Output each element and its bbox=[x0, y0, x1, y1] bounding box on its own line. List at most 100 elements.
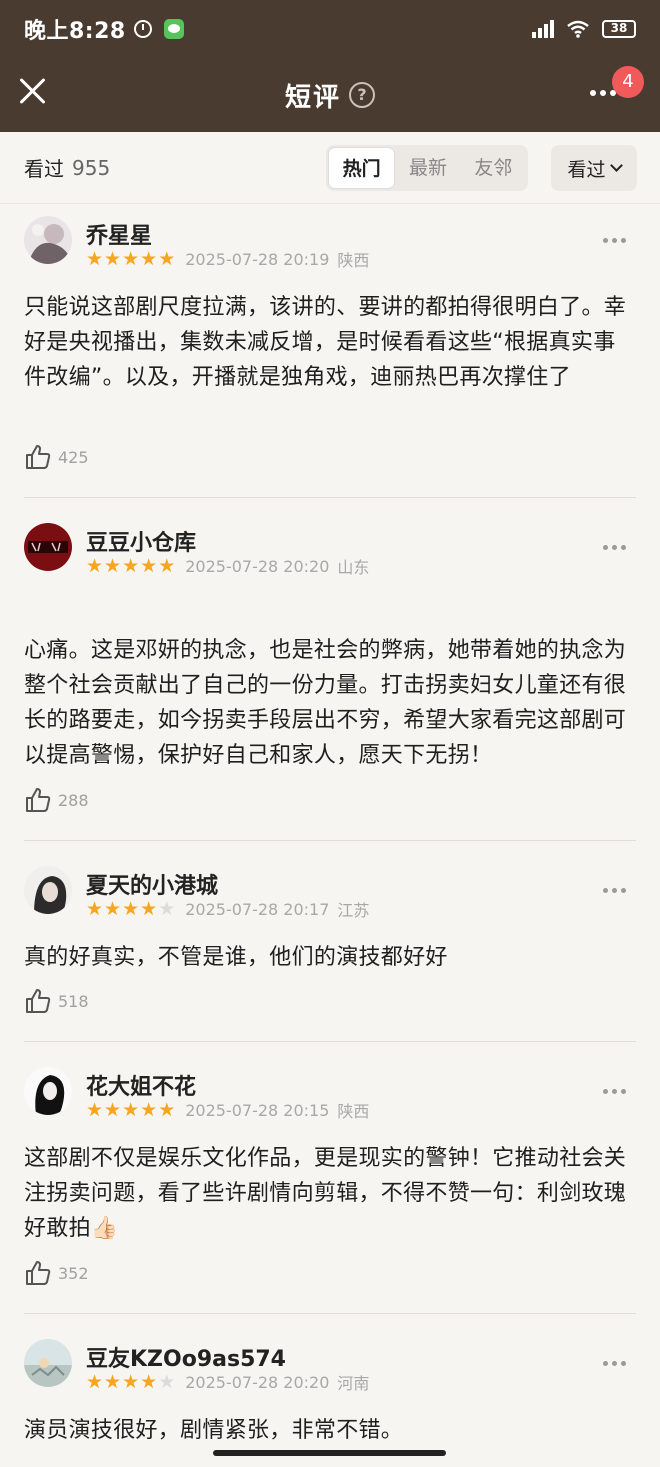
review-datetime: 2025-07-28 20:17 bbox=[185, 899, 330, 919]
signal-icon bbox=[532, 20, 554, 38]
battery-icon: 38 bbox=[602, 20, 636, 38]
nav-bar: 短评 ? 4 bbox=[0, 58, 660, 132]
divider bbox=[24, 840, 636, 841]
tab-latest[interactable]: 最新 bbox=[395, 147, 460, 189]
avatar[interactable] bbox=[24, 1339, 72, 1387]
thumbs-up-icon bbox=[26, 788, 51, 812]
avatar[interactable] bbox=[24, 216, 72, 264]
username[interactable]: 豆豆小仓库 bbox=[86, 525, 196, 557]
review-meta: ★ ★ ★ ★ ★ 2025-07-28 20:15 陕西 bbox=[86, 1098, 369, 1122]
review-meta: ★ ★ ★ ★ ★ 2025-07-28 20:20 河南 bbox=[86, 1370, 369, 1394]
username[interactable]: 花大姐不花 bbox=[86, 1069, 196, 1101]
star-filled-icon: ★ bbox=[158, 554, 176, 577]
star-filled-icon: ★ bbox=[158, 247, 176, 270]
star-filled-icon: ★ bbox=[140, 1098, 158, 1121]
star-filled-icon: ★ bbox=[122, 1370, 140, 1393]
status-filter-label: 看过 bbox=[567, 158, 606, 181]
like-button[interactable]: 352 bbox=[24, 1259, 89, 1287]
review-more-button[interactable] bbox=[603, 238, 626, 243]
thumbs-up-icon bbox=[26, 445, 51, 469]
thumbs-up-icon bbox=[26, 1261, 51, 1285]
battery-level: 38 bbox=[610, 21, 628, 35]
tab-friends[interactable]: 友邻 bbox=[461, 147, 526, 189]
star-filled-icon: ★ bbox=[140, 897, 158, 920]
star-filled-icon: ★ bbox=[86, 1098, 104, 1121]
review-region: 陕西 bbox=[337, 251, 370, 270]
review-more-button[interactable] bbox=[603, 545, 626, 550]
review-region: 江苏 bbox=[337, 901, 370, 920]
top-bar: 晚上8:28 38 短评 ? 4 bbox=[0, 0, 660, 132]
star-rating: ★ ★ ★ ★ ★ bbox=[86, 897, 176, 920]
star-filled-icon: ★ bbox=[104, 1098, 122, 1121]
star-filled-icon: ★ bbox=[104, 554, 122, 577]
like-count: 352 bbox=[58, 1263, 89, 1283]
star-filled-icon: ★ bbox=[104, 1370, 122, 1393]
tab-hot[interactable]: 热门 bbox=[328, 147, 396, 189]
username[interactable]: 夏天的小港城 bbox=[86, 868, 218, 900]
divider bbox=[24, 497, 636, 498]
thumbs-up-icon bbox=[26, 989, 51, 1013]
star-filled-icon: ★ bbox=[86, 897, 104, 920]
review-content: 只能说这部剧尺度拉满，该讲的、要讲的都拍得很明白了。幸好是央视播出，集数未减反增… bbox=[24, 295, 627, 390]
review-region: 陕西 bbox=[337, 1102, 370, 1121]
status-filter-dropdown[interactable]: 看过 bbox=[551, 145, 637, 191]
filter-bar: 看过 955 热门 最新 友邻 看过 bbox=[0, 132, 660, 204]
star-rating: ★ ★ ★ ★ ★ bbox=[86, 247, 176, 270]
star-filled-icon: ★ bbox=[86, 247, 104, 270]
review-datetime: 2025-07-28 20:15 bbox=[185, 1100, 330, 1120]
review-more-button[interactable] bbox=[603, 1089, 626, 1094]
wifi-icon bbox=[567, 20, 589, 38]
review-datetime: 2025-07-28 20:19 bbox=[185, 249, 330, 269]
seen-count: 955 bbox=[72, 155, 111, 180]
close-button[interactable] bbox=[18, 76, 48, 106]
like-button[interactable]: 518 bbox=[24, 987, 89, 1015]
avatar[interactable] bbox=[24, 866, 72, 914]
star-filled-icon: ★ bbox=[122, 554, 140, 577]
home-indicator[interactable] bbox=[213, 1450, 446, 1456]
notification-badge: 4 bbox=[612, 66, 644, 98]
avatar[interactable] bbox=[24, 523, 72, 571]
review-more-button[interactable] bbox=[603, 1361, 626, 1366]
divider bbox=[24, 1041, 636, 1042]
like-count: 425 bbox=[58, 447, 89, 467]
page-title: 短评 bbox=[284, 82, 341, 113]
star-filled-icon: ★ bbox=[122, 247, 140, 270]
star-filled-icon: ★ bbox=[86, 1370, 104, 1393]
star-filled-icon: ★ bbox=[86, 554, 104, 577]
alarm-icon bbox=[133, 20, 152, 38]
like-count: 518 bbox=[58, 991, 89, 1011]
seen-label: 看过 bbox=[24, 157, 64, 181]
review-meta: ★ ★ ★ ★ ★ 2025-07-28 20:17 江苏 bbox=[86, 897, 369, 921]
status-bar: 晚上8:28 38 bbox=[0, 0, 660, 58]
review-meta: ★ ★ ★ ★ ★ 2025-07-28 20:20 山东 bbox=[86, 554, 369, 578]
star-filled-icon: ★ bbox=[140, 247, 158, 270]
review-region: 山东 bbox=[337, 558, 370, 577]
username[interactable]: 豆友KZOo9as574 bbox=[86, 1341, 286, 1373]
star-rating: ★ ★ ★ ★ ★ bbox=[86, 1370, 176, 1393]
star-filled-icon: ★ bbox=[140, 554, 158, 577]
more-options-button[interactable] bbox=[590, 90, 616, 96]
star-filled-icon: ★ bbox=[122, 897, 140, 920]
chevron-down-icon bbox=[609, 159, 623, 172]
star-filled-icon: ★ bbox=[140, 1370, 158, 1393]
avatar[interactable] bbox=[24, 1067, 72, 1115]
like-button[interactable]: 425 bbox=[24, 443, 89, 471]
review-datetime: 2025-07-28 20:20 bbox=[185, 1372, 330, 1392]
wechat-icon bbox=[163, 19, 184, 39]
help-icon[interactable]: ? bbox=[349, 82, 375, 108]
review-content: 心痛。这是邓妍的执念，也是社会的弊病，她带着她的执念为整个社会贡献出了自己的一份… bbox=[24, 638, 627, 768]
star-filled-icon: ★ bbox=[104, 247, 122, 270]
username[interactable]: 乔星星 bbox=[86, 218, 152, 250]
like-button[interactable]: 288 bbox=[24, 786, 89, 814]
star-empty-icon: ★ bbox=[158, 897, 176, 920]
star-rating: ★ ★ ★ ★ ★ bbox=[86, 554, 176, 577]
review-content: 真的好真实，不管是谁，他们的演技都好好 bbox=[24, 945, 448, 970]
star-filled-icon: ★ bbox=[122, 1098, 140, 1121]
star-rating: ★ ★ ★ ★ ★ bbox=[86, 1098, 175, 1121]
review-datetime: 2025-07-28 20:20 bbox=[185, 556, 330, 576]
status-time: 晚上8:28 bbox=[24, 19, 126, 44]
divider bbox=[24, 1313, 636, 1314]
review-region: 河南 bbox=[337, 1374, 370, 1393]
star-empty-icon: ★ bbox=[158, 1370, 176, 1393]
review-more-button[interactable] bbox=[603, 888, 626, 893]
